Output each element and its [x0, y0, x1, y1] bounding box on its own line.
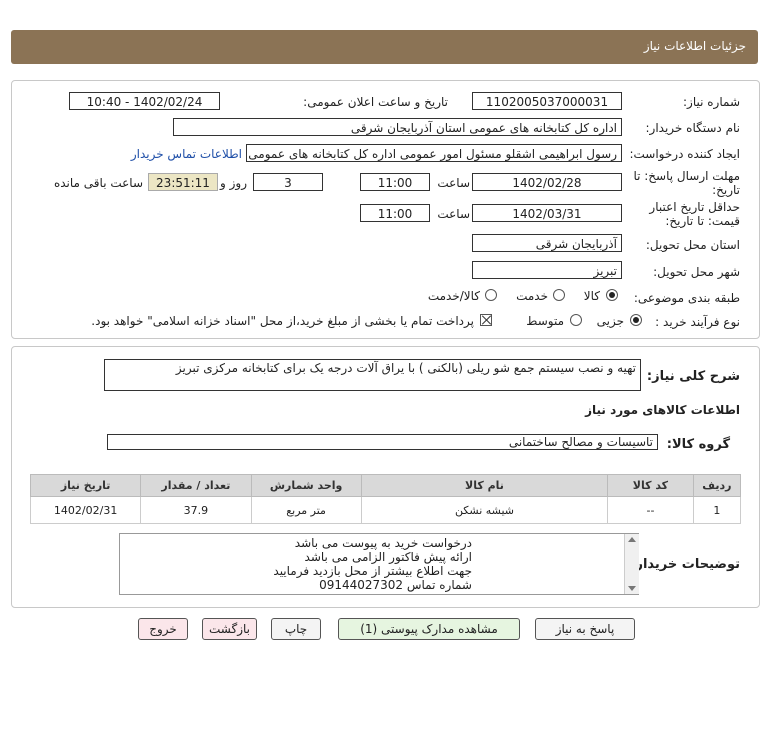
page-title: جزئیات اطلاعات نیاز — [643, 39, 746, 53]
page-header: جزئیات اطلاعات نیاز — [11, 30, 758, 64]
exit-button[interactable]: خروج — [138, 618, 188, 640]
goods-section-title: اطلاعات کالاهای مورد نیاز — [585, 403, 740, 417]
col-date: تاریخ نیاز — [29, 474, 142, 497]
deadline-time-label: ساعت — [437, 176, 470, 190]
summary-label: شرح کلی نیاز: — [646, 369, 740, 384]
cell-name: شیشه نشکن — [360, 496, 609, 524]
announce-field: 1402/02/24 - 10:40 — [69, 92, 220, 110]
goods-group-field: تاسیسات و مصالح ساختمانی — [107, 434, 658, 450]
buyer-notes-line: شماره تماس 09144027302 — [319, 578, 472, 592]
deadline-label-2: تاریخ: — [712, 183, 740, 197]
buyer-notes-label: توضیحات خریدار: — [630, 557, 740, 572]
goods-group-label: گروه کالا: — [666, 437, 730, 452]
cell-qty: 37.9 — [140, 496, 252, 524]
validity-time-field: 11:00 — [360, 204, 430, 222]
category-service-radio[interactable] — [553, 289, 565, 301]
reply-button[interactable]: پاسخ به نیاز — [535, 618, 635, 640]
scroll-up-icon[interactable] — [628, 537, 636, 542]
cell-unit: متر مربع — [250, 496, 362, 524]
buyer-contact-link[interactable]: اطلاعات تماس خریدار — [131, 147, 242, 161]
goods-table: ردیف کد کالا نام کالا واحد شمارش تعداد /… — [29, 474, 742, 524]
validity-label-2: قیمت: تا تاریخ: — [665, 214, 740, 228]
requester-field: رسول ابراهیمی اشقلو مسئول امور عمومی ادا… — [246, 144, 622, 162]
back-button[interactable]: بازگشت — [202, 618, 257, 640]
attachments-button[interactable]: مشاهده مدارک پیوستی (1) — [338, 618, 520, 640]
category-goods-service-radio[interactable] — [485, 289, 497, 301]
treasury-payment-checkbox[interactable] — [480, 314, 492, 326]
print-button[interactable]: چاپ — [271, 618, 321, 640]
process-minor-radio[interactable] — [630, 314, 642, 326]
process-label: نوع فرآیند خرید : — [655, 315, 740, 329]
col-qty: تعداد / مقدار — [140, 474, 252, 497]
province-label: استان محل تحویل: — [645, 238, 740, 252]
buyer-notes-field[interactable]: درخواست خرید به پیوست می باشد ارائه پیش … — [119, 533, 639, 595]
cell-row: 1 — [692, 496, 742, 524]
goods-table-header: ردیف کد کالا نام کالا واحد شمارش تعداد /… — [29, 474, 742, 497]
remaining-label: ساعت باقی مانده — [53, 176, 143, 190]
table-row: 1 -- شیشه نشکن متر مربع 37.9 1402/02/31 — [29, 496, 742, 524]
category-goods-service-label: کالا/خدمت — [427, 289, 480, 303]
need-number-field: 1102005037000031 — [472, 92, 622, 110]
days-field: 3 — [253, 173, 323, 191]
province-field: آذربایجان شرقی — [472, 234, 622, 252]
buyer-notes-scrollbar[interactable] — [624, 534, 639, 594]
col-row: ردیف — [692, 474, 742, 497]
deadline-time-field: 11:00 — [360, 173, 430, 191]
process-medium-label: متوسط — [526, 314, 564, 328]
category-goods-radio[interactable] — [606, 289, 618, 301]
process-medium-radio[interactable] — [570, 314, 582, 326]
validity-date-field: 1402/03/31 — [472, 204, 622, 222]
cell-date: 1402/02/31 — [29, 496, 142, 524]
validity-time-label: ساعت — [437, 207, 470, 221]
category-service-label: خدمت — [516, 289, 548, 303]
cell-code: -- — [607, 496, 694, 524]
buyer-notes-line: درخواست خرید به پیوست می باشد — [294, 536, 472, 550]
buyer-notes-line: ارائه پیش فاکتور الزامی می باشد — [304, 550, 472, 564]
days-label: روز و — [220, 176, 247, 190]
col-name: نام کالا — [360, 474, 609, 497]
validity-label: حداقل تاریخ اعتبار — [649, 200, 740, 214]
deadline-label: مهلت ارسال پاسخ: تا — [633, 169, 740, 183]
deadline-date-field: 1402/02/28 — [472, 173, 622, 191]
requester-label: ایجاد کننده درخواست: — [629, 147, 740, 161]
col-unit: واحد شمارش — [250, 474, 362, 497]
buyer-notes-line: جهت اطلاع بیشتر از محل بازدید فرمایید — [273, 564, 472, 578]
col-code: کد کالا — [607, 474, 694, 497]
city-field: تبریز — [472, 261, 622, 279]
category-label: طبقه بندی موضوعی: — [633, 291, 740, 305]
category-goods-label: کالا — [583, 289, 600, 303]
buyer-org-label: نام دستگاه خریدار: — [645, 121, 741, 135]
need-number-label: شماره نیاز: — [683, 95, 740, 109]
announce-label: تاریخ و ساعت اعلان عمومی: — [303, 95, 448, 109]
buyer-org-field: اداره کل کتابخانه های عمومی استان آذربای… — [173, 118, 622, 136]
scroll-down-icon[interactable] — [628, 586, 636, 591]
treasury-payment-note: پرداخت تمام یا بخشی از مبلغ خرید،از محل … — [91, 314, 474, 328]
remaining-time-field: 23:51:11 — [148, 173, 218, 191]
process-minor-label: جزیی — [596, 314, 624, 328]
city-label: شهر محل تحویل: — [653, 265, 740, 279]
summary-field: تهیه و نصب سیستم جمع شو ریلی (بالکنی ) ب… — [104, 359, 641, 391]
